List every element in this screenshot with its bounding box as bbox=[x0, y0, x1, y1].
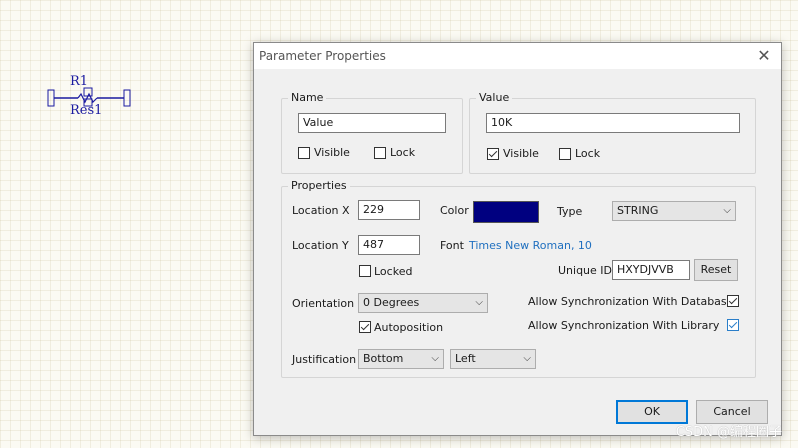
chevron-down-icon: ⌵ bbox=[723, 205, 731, 216]
autoposition-label: Autoposition bbox=[374, 321, 444, 334]
color-label: Color bbox=[440, 204, 469, 217]
sync-database-label: Allow Synchronization With Database bbox=[528, 295, 734, 308]
y-label: Y bbox=[342, 239, 349, 252]
value-group-label: Value bbox=[476, 91, 513, 104]
location-y-input[interactable]: 487 bbox=[358, 235, 420, 255]
orientation-label: Orientation bbox=[292, 297, 355, 310]
reset-button[interactable]: Reset bbox=[694, 259, 738, 281]
parameter-properties-dialog: Parameter Properties ✕ Name Value Visibl… bbox=[253, 42, 782, 436]
chevron-down-icon: ⌵ bbox=[431, 353, 439, 364]
dialog-title: Parameter Properties bbox=[259, 49, 386, 63]
locked-checkbox[interactable] bbox=[359, 265, 371, 277]
watermark: CSDN @编程圈子 bbox=[675, 425, 782, 440]
value-group: Value 10K Visible Lock bbox=[469, 91, 756, 174]
location-x-label: Location bbox=[292, 204, 339, 217]
justification-horizontal-value: Left bbox=[455, 352, 476, 365]
value-visible-label: Visible bbox=[503, 147, 539, 160]
sync-library-label: Allow Synchronization With Library bbox=[528, 319, 720, 332]
type-label: Type bbox=[557, 205, 583, 218]
justification-vertical-select[interactable]: Bottom ⌵ bbox=[358, 349, 444, 369]
color-swatch[interactable] bbox=[473, 201, 539, 223]
orientation-select-value: 0 Degrees bbox=[363, 296, 420, 309]
name-group-label: Name bbox=[288, 91, 327, 104]
designator-label: R1 bbox=[70, 74, 89, 89]
chevron-down-icon: ⌵ bbox=[523, 353, 531, 364]
close-icon[interactable]: ✕ bbox=[755, 47, 773, 65]
value-input[interactable]: 10K bbox=[486, 113, 740, 133]
justification-label: Justification bbox=[292, 353, 357, 366]
properties-group: Properties Location X 229 Location Y 487… bbox=[281, 179, 756, 378]
justification-vertical-value: Bottom bbox=[363, 352, 404, 365]
unique-id-input[interactable]: HXYDJVVB bbox=[612, 260, 690, 280]
value-visible-checkbox[interactable] bbox=[487, 148, 499, 160]
font-label: Font bbox=[440, 239, 464, 252]
schematic-resistor[interactable]: R1 Res1 bbox=[40, 70, 150, 130]
location-x-input[interactable]: 229 bbox=[358, 200, 420, 220]
comment-label: Res1 bbox=[70, 103, 103, 118]
justification-horizontal-select[interactable]: Left ⌵ bbox=[450, 349, 536, 369]
type-select-value: STRING bbox=[617, 204, 659, 217]
chevron-down-icon: ⌵ bbox=[475, 297, 483, 308]
value-lock-checkbox[interactable] bbox=[559, 148, 571, 160]
properties-group-label: Properties bbox=[288, 179, 350, 192]
autoposition-checkbox[interactable] bbox=[359, 321, 371, 333]
name-visible-checkbox[interactable] bbox=[298, 147, 310, 159]
title-bar[interactable]: Parameter Properties ✕ bbox=[254, 43, 781, 69]
sync-database-checkbox[interactable] bbox=[727, 295, 739, 307]
sync-library-checkbox[interactable] bbox=[727, 319, 739, 331]
x-label: X bbox=[342, 204, 350, 217]
resistor-symbol bbox=[47, 87, 131, 107]
locked-label: Locked bbox=[374, 265, 413, 278]
name-input[interactable]: Value bbox=[298, 113, 446, 133]
unique-id-label: Unique ID bbox=[558, 264, 613, 277]
location-y-label: Location bbox=[292, 239, 339, 252]
font-link[interactable]: Times New Roman, 10 bbox=[469, 239, 592, 252]
type-select[interactable]: STRING ⌵ bbox=[612, 201, 736, 221]
name-group: Name Value Visible Lock bbox=[281, 91, 463, 174]
value-lock-label: Lock bbox=[575, 147, 601, 160]
name-visible-label: Visible bbox=[314, 146, 350, 159]
name-lock-checkbox[interactable] bbox=[374, 147, 386, 159]
name-lock-label: Lock bbox=[390, 146, 416, 159]
orientation-select[interactable]: 0 Degrees ⌵ bbox=[358, 293, 488, 313]
